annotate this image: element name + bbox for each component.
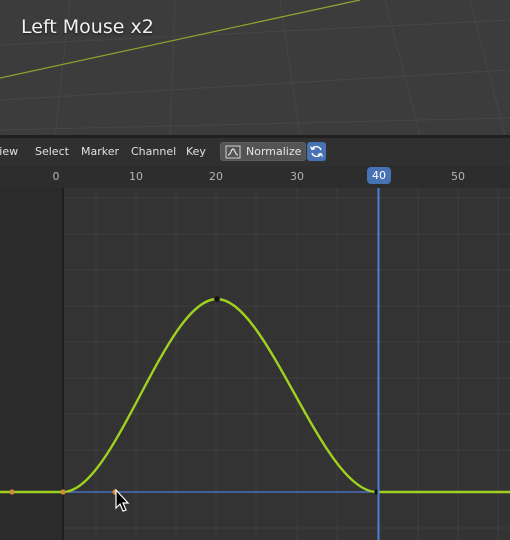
menu-select[interactable]: Select	[35, 145, 69, 158]
keystroke-overlay: Left Mouse x2	[21, 16, 154, 38]
pre-range-shade	[0, 188, 62, 540]
normalize-curve-icon	[225, 145, 241, 162]
graph-editor-header: View Select Marker Channel Key Normalize	[0, 138, 510, 166]
tick-label: 50	[451, 170, 465, 183]
keyframe[interactable]	[60, 489, 66, 495]
tick-label: 30	[290, 170, 304, 183]
frame-ruler[interactable]: 0 10 20 30 50	[0, 166, 510, 188]
menu-marker[interactable]: Marker	[81, 145, 119, 158]
graph-area[interactable]	[0, 188, 510, 540]
y-axis-line	[0, 0, 361, 79]
normalize-button[interactable]: Normalize	[220, 142, 306, 161]
refresh-toggle-icon	[309, 145, 324, 158]
menu-channel[interactable]: Channel	[131, 145, 176, 158]
normalize-label: Normalize	[246, 145, 302, 158]
menu-key[interactable]: Key	[186, 145, 206, 158]
current-frame-badge[interactable]: 40	[367, 167, 391, 184]
menu-view[interactable]: View	[0, 145, 18, 158]
3d-viewport[interactable]: Left Mouse x2	[0, 0, 510, 135]
tick-label: 0	[52, 170, 60, 183]
tick-label: 20	[209, 170, 223, 183]
keyframe-peak[interactable]	[214, 296, 220, 302]
normalize-refresh-toggle[interactable]	[307, 142, 326, 161]
tick-label: 10	[129, 170, 143, 183]
keyframe-handle[interactable]	[9, 489, 15, 495]
